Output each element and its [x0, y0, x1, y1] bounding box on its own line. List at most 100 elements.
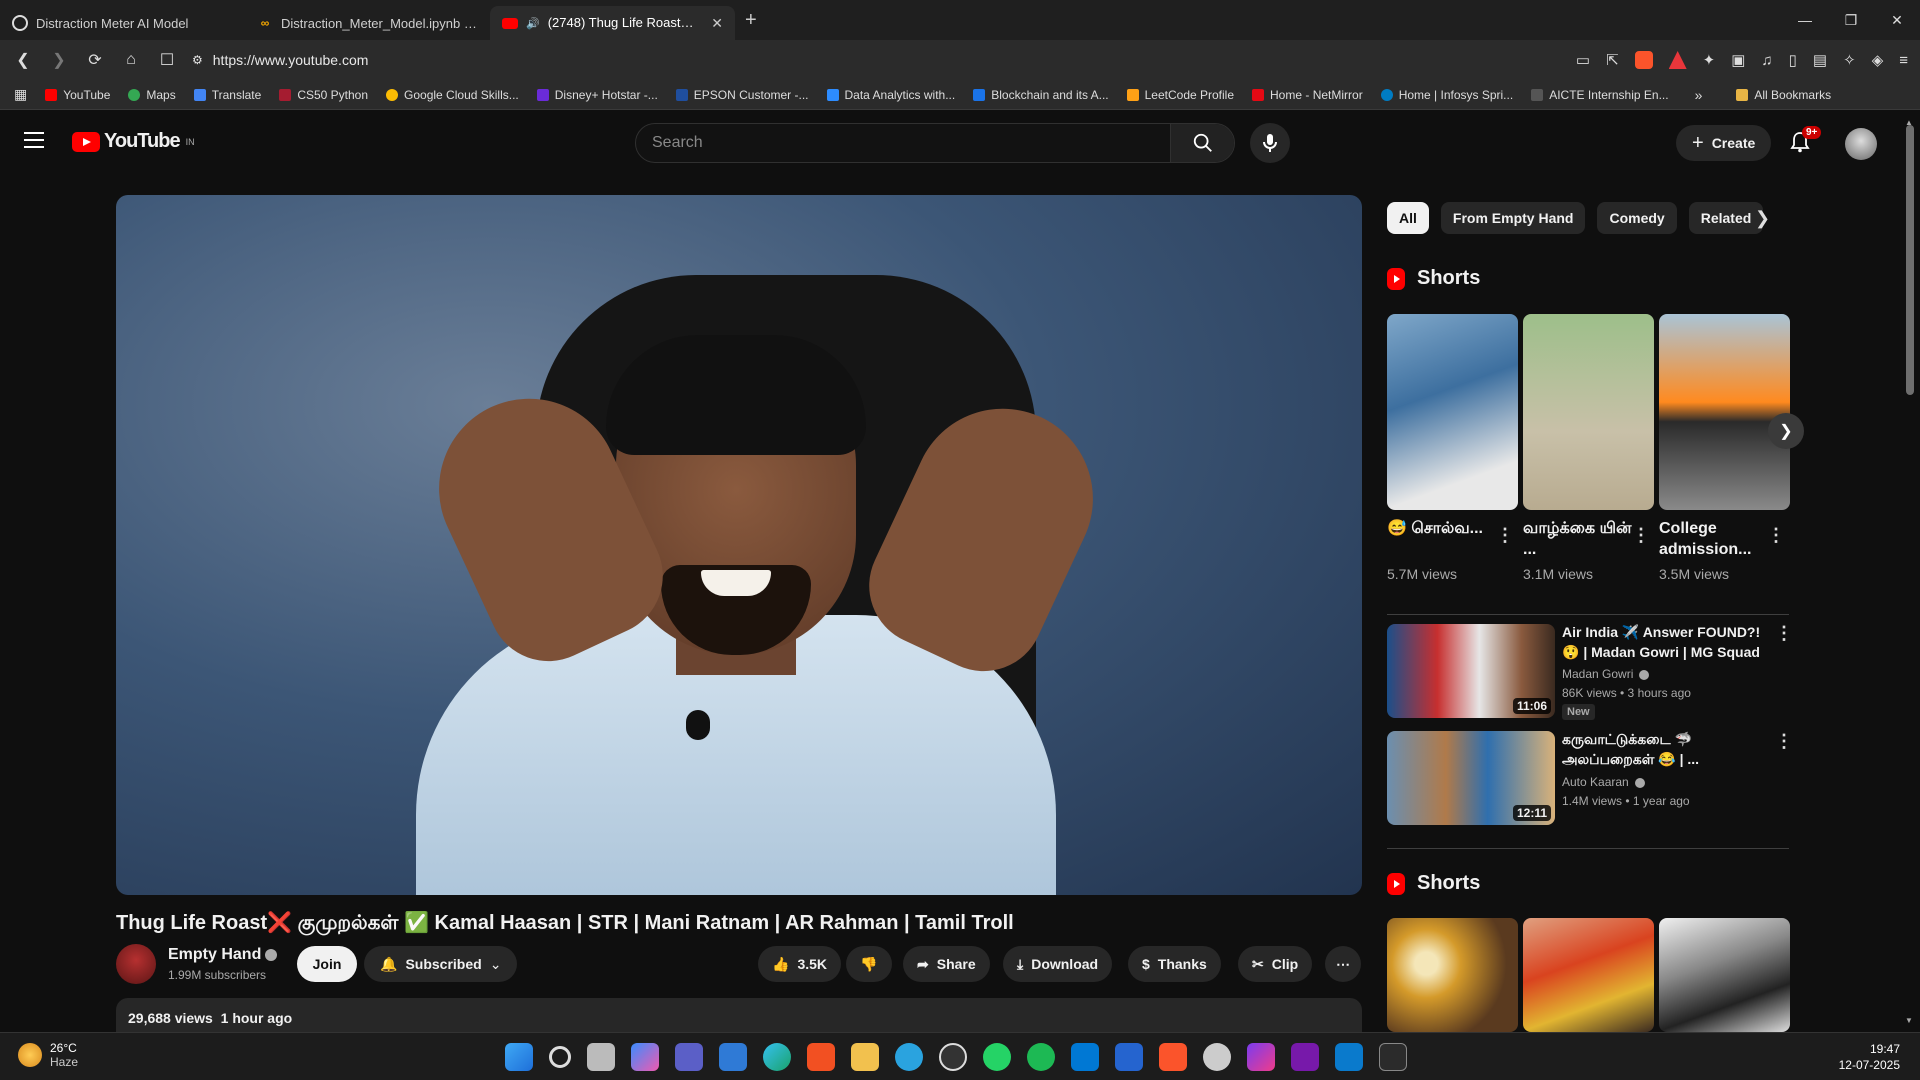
speaker-icon[interactable]: 🔊: [526, 17, 540, 30]
join-button[interactable]: Join: [297, 946, 357, 982]
channel-avatar[interactable]: [116, 944, 156, 984]
shorts-next-button[interactable]: ❯: [1768, 413, 1804, 449]
store-icon[interactable]: [719, 1043, 747, 1071]
site-info-icon[interactable]: ⚙: [192, 53, 203, 67]
vpn-icon[interactable]: ◈: [1872, 51, 1884, 69]
short-thumbnail[interactable]: [1523, 918, 1654, 1032]
bookmark-aicte[interactable]: AICTE Internship En...: [1531, 88, 1669, 102]
video-title-link[interactable]: Air India ✈️ Answer FOUND?! 😲 | Madan Go…: [1562, 622, 1767, 662]
short-thumbnail[interactable]: [1387, 918, 1518, 1032]
menu-icon[interactable]: ≡: [1899, 52, 1908, 69]
video-thumbnail[interactable]: 12:11: [1387, 731, 1555, 825]
onenote-icon[interactable]: [1291, 1043, 1319, 1071]
bookmark-data-analytics[interactable]: Data Analytics with...: [826, 88, 955, 102]
bookmark-infosys[interactable]: Home | Infosys Spri...: [1380, 88, 1513, 102]
vscode-icon[interactable]: [1335, 1043, 1363, 1071]
ms-store-icon[interactable]: [807, 1043, 835, 1071]
more-actions-button[interactable]: ⋯: [1325, 946, 1361, 982]
chip-from-channel[interactable]: From Empty Hand: [1440, 202, 1586, 234]
video-channel[interactable]: Auto Kaaran: [1562, 775, 1645, 789]
more-vertical-icon[interactable]: ⋮: [1496, 525, 1514, 546]
chip-related[interactable]: Related: [1688, 202, 1764, 234]
system-clock[interactable]: 19:47 12-07-2025: [1839, 1041, 1900, 1073]
chip-comedy[interactable]: Comedy: [1597, 202, 1677, 234]
short-title[interactable]: College admission...: [1659, 518, 1769, 562]
bookmark-translate[interactable]: Translate: [193, 88, 261, 102]
more-vertical-icon[interactable]: ⋮: [1767, 525, 1785, 546]
copilot-icon[interactable]: [631, 1043, 659, 1071]
more-vertical-icon[interactable]: ⋮: [1775, 623, 1793, 644]
like-button[interactable]: 👍 3.5K: [758, 946, 842, 982]
forward-icon[interactable]: ❯: [48, 50, 70, 70]
bookmark-leetcode[interactable]: LeetCode Profile: [1126, 88, 1234, 102]
windows-start-icon[interactable]: [505, 1043, 533, 1071]
teams-icon[interactable]: [675, 1043, 703, 1071]
new-tab-button[interactable]: +: [745, 9, 757, 32]
video-player[interactable]: [116, 195, 1362, 895]
home-icon[interactable]: ⌂: [120, 51, 142, 69]
install-icon[interactable]: ▭: [1576, 51, 1590, 69]
bookmark-epson[interactable]: EPSON Customer -...: [675, 88, 809, 102]
share-icon[interactable]: ⇱: [1606, 51, 1619, 69]
whatsapp-icon[interactable]: [983, 1043, 1011, 1071]
media-player-icon[interactable]: [939, 1043, 967, 1071]
file-explorer-icon[interactable]: [851, 1043, 879, 1071]
short-thumbnail[interactable]: [1523, 314, 1654, 510]
bookmark-maps[interactable]: Maps: [128, 88, 176, 102]
clip-button[interactable]: ✂ Clip: [1238, 946, 1313, 982]
hamburger-menu-icon[interactable]: [24, 132, 44, 148]
bookmark-netmirror[interactable]: Home - NetMirror: [1252, 88, 1363, 102]
tab-distraction-meter[interactable]: Distraction Meter AI Model: [0, 6, 245, 40]
wallet-icon[interactable]: ▣: [1731, 51, 1745, 69]
search-icon[interactable]: [549, 1046, 571, 1068]
tab-youtube-video[interactable]: 🔊 (2748) Thug Life Roast❌ குமுறல் ✕: [490, 6, 735, 40]
spotify-icon[interactable]: [1027, 1043, 1055, 1071]
youtube-logo[interactable]: YouTube IN: [72, 130, 195, 153]
page-scrollbar[interactable]: [1906, 125, 1914, 395]
video-thumbnail[interactable]: 11:06: [1387, 624, 1555, 718]
voice-search-button[interactable]: [1250, 123, 1290, 163]
reload-icon[interactable]: ⟳: [84, 50, 106, 70]
chevron-right-icon[interactable]: ❯: [1755, 208, 1770, 229]
short-thumbnail[interactable]: [1659, 314, 1790, 510]
back-icon[interactable]: ❮: [12, 50, 34, 70]
media-icon[interactable]: ♫: [1761, 52, 1772, 69]
terminal-icon[interactable]: [1379, 1043, 1407, 1071]
bookmark-cs50[interactable]: CS50 Python: [279, 88, 368, 102]
bookmark-icon[interactable]: ☐: [156, 50, 178, 70]
share-button[interactable]: ➦ Share: [903, 946, 990, 982]
brave-icon[interactable]: [1159, 1043, 1187, 1071]
video-channel[interactable]: Madan Gowri: [1562, 667, 1650, 681]
brave-shields-icon[interactable]: [1634, 51, 1653, 69]
brave-rewards-icon[interactable]: [1668, 51, 1687, 69]
close-window-button[interactable]: ✕: [1874, 0, 1920, 40]
short-thumbnail[interactable]: [1659, 918, 1790, 1032]
tab-colab[interactable]: ∞ Distraction_Meter_Model.ipynb - Col: [245, 6, 490, 40]
address-bar[interactable]: ⚙ https://www.youtube.com: [192, 52, 1562, 68]
mail-icon[interactable]: [1071, 1043, 1099, 1071]
chip-all[interactable]: All: [1387, 202, 1429, 234]
minimize-button[interactable]: —: [1782, 0, 1828, 40]
more-vertical-icon[interactable]: ⋮: [1775, 731, 1793, 752]
channel-name[interactable]: Empty Hand: [168, 946, 278, 964]
more-bookmarks-icon[interactable]: »: [1695, 87, 1703, 103]
apps-icon[interactable]: ▦: [14, 86, 27, 103]
search-input[interactable]: Search: [636, 124, 1170, 162]
todo-icon[interactable]: [1115, 1043, 1143, 1071]
download-button[interactable]: ⤓ Download: [1003, 946, 1113, 982]
account-avatar[interactable]: [1845, 128, 1877, 160]
subscribed-button[interactable]: 🔔 Subscribed ⌄: [364, 946, 518, 982]
scroll-down-arrow[interactable]: ▼: [1905, 1016, 1913, 1025]
bookmark-google-cloud[interactable]: Google Cloud Skills...: [386, 88, 519, 102]
affinity-icon[interactable]: [1247, 1043, 1275, 1071]
close-tab-icon[interactable]: ✕: [711, 15, 723, 32]
tab-icon[interactable]: ▤: [1813, 51, 1827, 69]
leo-ai-icon[interactable]: ✧: [1843, 51, 1856, 69]
video-title-link[interactable]: கருவாட்டுக்கடை 🦈 அலப்பறைகள் 😂 | ...: [1562, 729, 1767, 769]
bookmark-hotstar[interactable]: Disney+ Hotstar -...: [536, 88, 658, 102]
short-title[interactable]: 😅 சொல்வ...: [1387, 518, 1497, 562]
clock-app-icon[interactable]: [1203, 1043, 1231, 1071]
short-thumbnail[interactable]: [1387, 314, 1518, 510]
thanks-button[interactable]: $ Thanks: [1128, 946, 1221, 982]
bookmark-blockchain[interactable]: Blockchain and its A...: [973, 88, 1109, 102]
